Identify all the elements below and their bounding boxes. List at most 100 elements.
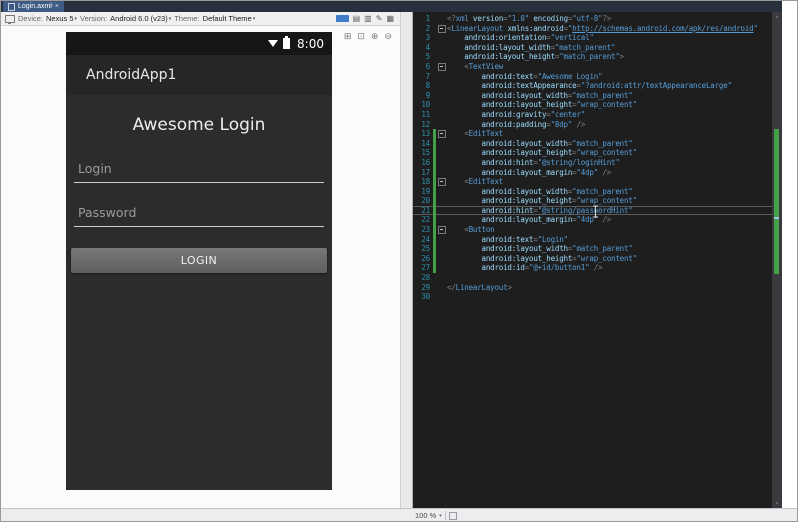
code-text: android:layout_width="match_parent" [447, 187, 633, 197]
zoom-actual-icon[interactable]: ⊡ [357, 32, 365, 41]
fold-collapse-icon[interactable] [438, 226, 446, 234]
scroll-down-icon[interactable]: ▾ [772, 499, 782, 508]
change-marker [433, 244, 436, 254]
pane-splitter[interactable] [400, 12, 413, 508]
code-text: android:gravity="center" [447, 110, 585, 120]
tab-login-axml[interactable]: Login.axml × [3, 1, 64, 12]
code-line[interactable]: 8 android:textAppearance="?android:attr/… [413, 81, 772, 91]
fold-column [437, 139, 447, 149]
line-number: 18 [413, 177, 433, 187]
change-marker [433, 139, 436, 149]
grid-icon[interactable]: ▦ [386, 15, 394, 23]
code-text: android:hint="@string/loginHint" [447, 158, 620, 168]
fold-column [437, 225, 447, 235]
code-line[interactable]: 18 <EditText [413, 177, 772, 187]
scroll-up-icon[interactable]: ▴ [772, 12, 782, 21]
line-number: 3 [413, 33, 433, 43]
textview-awesome-login[interactable]: Awesome Login [66, 107, 332, 143]
split-view-icon[interactable]: ▥ [364, 15, 372, 23]
status-divider [445, 511, 446, 520]
code-line[interactable]: 27 android:id="@+id/button1" /> [413, 263, 772, 273]
code-text: <EditText [447, 177, 503, 187]
code-line[interactable]: 10 android:layout_height="wrap_content" [413, 100, 772, 110]
change-marker [433, 158, 436, 168]
code-line[interactable]: 3 android:orientation="vertical" [413, 33, 772, 43]
code-line[interactable]: 24 android:text="Login" [413, 235, 772, 245]
zoom-in-icon[interactable]: ⊕ [371, 32, 379, 41]
code-line[interactable]: 23 <Button [413, 225, 772, 235]
fold-collapse-icon[interactable] [438, 63, 446, 71]
device-screen-toggle[interactable] [336, 15, 349, 22]
phone-preview[interactable]: 8:00 AndroidApp1 Awesome Login Login Pas… [66, 32, 332, 490]
edittext-password[interactable]: Password [74, 205, 324, 227]
code-line[interactable]: 25 android:layout_width="match_parent" [413, 244, 772, 254]
designer-toolbar: Device: Nexus 5 ▾ Version: Android 6.0 (… [1, 12, 400, 26]
chevron-down-icon: ▾ [439, 513, 442, 519]
line-number: 25 [413, 244, 433, 254]
line-number: 11 [413, 110, 433, 120]
battery-icon [283, 38, 290, 49]
fold-collapse-icon[interactable] [438, 178, 446, 186]
code-line[interactable]: 2<LinearLayout xmlns:android="http://sch… [413, 24, 772, 34]
code-line[interactable]: 4 android:layout_width="match_parent" [413, 43, 772, 53]
change-marker [433, 148, 436, 158]
change-marker [433, 62, 436, 72]
code-line[interactable]: 29</LinearLayout> [413, 283, 772, 293]
line-number: 29 [413, 283, 433, 293]
code-line[interactable]: 28 [413, 273, 772, 283]
device-select[interactable]: Nexus 5 ▾ [46, 14, 77, 23]
fold-column [437, 100, 447, 110]
change-marker [433, 206, 436, 216]
code-text: android:layout_width="match_parent" [447, 91, 633, 101]
code-text: <?xml version="1.0" encoding="utf-8"?> [447, 14, 611, 24]
zoom-out-icon[interactable]: ⊖ [384, 32, 392, 41]
button-login[interactable]: LOGIN [71, 248, 327, 273]
code-text: android:layout_height="wrap_content" [447, 196, 637, 206]
code-line[interactable]: 19 android:layout_width="match_parent" [413, 187, 772, 197]
zoom-fit-icon[interactable]: ⊞ [344, 32, 352, 41]
code-line[interactable]: 6 <TextView [413, 62, 772, 72]
code-line[interactable]: 16 android:hint="@string/loginHint" [413, 158, 772, 168]
code-line[interactable]: 30 [413, 292, 772, 302]
line-number: 22 [413, 215, 433, 225]
editor-zoom-control[interactable]: 100 % ▾ [415, 511, 442, 520]
line-number: 21 [413, 206, 433, 216]
change-marker [433, 177, 436, 187]
designer-view-icon[interactable]: ▤ [353, 15, 361, 23]
fold-column [437, 187, 447, 197]
tab-close-icon[interactable]: × [55, 3, 59, 10]
vertical-scrollbar[interactable]: ▴ ▾ [772, 12, 782, 508]
fold-column [437, 206, 447, 216]
fold-column [437, 254, 447, 264]
code-line[interactable]: 5 android:layout_height="match_parent"> [413, 52, 772, 62]
tab-bar: Login.axml × ▾ [1, 1, 782, 12]
code-line[interactable]: 12 android:padding="8dp" /> [413, 120, 772, 130]
code-editor[interactable]: 1<?xml version="1.0" encoding="utf-8"?>2… [413, 12, 782, 508]
code-text: android:layout_height="wrap_content" [447, 148, 637, 158]
code-line[interactable]: 1 <?xml version="1.0" encoding="utf-8"?> [413, 14, 772, 24]
code-line[interactable]: 17 android:layout_margin="4dp" /> [413, 168, 772, 178]
code-line[interactable]: 13 <EditText [413, 129, 772, 139]
code-line[interactable]: 9 android:layout_width="match_parent" [413, 91, 772, 101]
pencil-icon[interactable]: ✎ [376, 15, 383, 23]
tab-list-chevron-icon[interactable]: ▾ [51, 3, 54, 9]
code-line[interactable]: 14 android:layout_width="match_parent" [413, 139, 772, 149]
edittext-login[interactable]: Login [74, 161, 324, 183]
fold-column [437, 148, 447, 158]
change-marker [433, 81, 436, 91]
code-line[interactable]: 15 android:layout_height="wrap_content" [413, 148, 772, 158]
code-line[interactable]: 7 android:text="Awesome Login" [413, 72, 772, 82]
code-text: android:text="Login" [447, 235, 568, 245]
fold-column [437, 244, 447, 254]
version-select[interactable]: Android 6.0 (v23) ▾ [110, 14, 171, 23]
code-line[interactable]: 26 android:layout_height="wrap_content" [413, 254, 772, 264]
code-line[interactable]: 11 android:gravity="center" [413, 110, 772, 120]
fold-collapse-icon[interactable] [438, 130, 446, 138]
fold-collapse-icon[interactable] [438, 25, 446, 33]
line-number: 1 [413, 14, 433, 24]
theme-select[interactable]: Default Theme ▾ [203, 14, 256, 23]
designer-zoom-controls: ⊞ ⊡ ⊕ ⊖ [344, 32, 392, 41]
fold-column [437, 14, 447, 24]
line-number: 26 [413, 254, 433, 264]
splitter-grip-icon[interactable] [449, 512, 457, 520]
